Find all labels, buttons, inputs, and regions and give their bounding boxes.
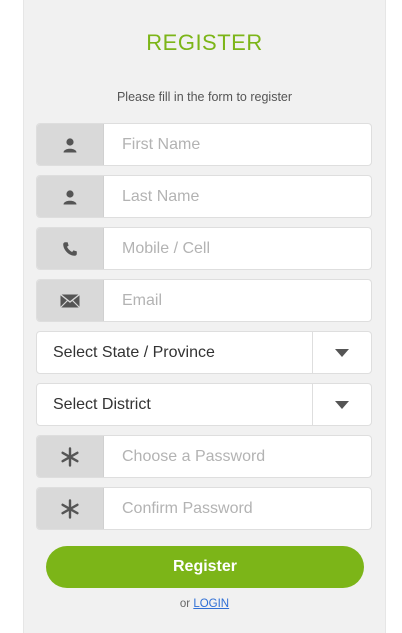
- state-dropdown-arrow[interactable]: [312, 332, 371, 373]
- district-select[interactable]: Select District: [36, 383, 372, 426]
- confirm-password-input[interactable]: [104, 488, 371, 529]
- district-dropdown-arrow[interactable]: [312, 384, 371, 425]
- login-link[interactable]: LOGIN: [193, 598, 229, 610]
- district-select-label: Select District: [53, 395, 151, 413]
- or-text: or: [179, 598, 191, 610]
- state-select[interactable]: Select State / Province: [36, 331, 372, 374]
- first-name-input[interactable]: [104, 124, 371, 165]
- envelope-icon: [37, 280, 104, 321]
- email-field: [36, 279, 372, 322]
- state-select-label: Select State / Province: [53, 343, 215, 361]
- password-input[interactable]: [104, 436, 371, 477]
- last-name-input[interactable]: [104, 176, 371, 217]
- register-button[interactable]: Register: [46, 546, 364, 588]
- phone-icon: [37, 228, 104, 269]
- confirm-password-field: [36, 487, 372, 530]
- form-title: REGISTER: [146, 30, 263, 55]
- first-name-field: [36, 123, 372, 166]
- asterisk-icon: [37, 436, 104, 477]
- password-field: [36, 435, 372, 478]
- user-icon: [37, 124, 104, 165]
- caret-down-icon: [335, 348, 349, 357]
- login-prompt: or LOGIN: [24, 598, 385, 610]
- last-name-field: [36, 175, 372, 218]
- user-icon: [37, 176, 104, 217]
- mobile-input[interactable]: [104, 228, 371, 269]
- caret-down-icon: [335, 400, 349, 409]
- form-subtitle: Please fill in the form to register: [116, 90, 293, 104]
- email-input[interactable]: [104, 280, 371, 321]
- mobile-field: [36, 227, 372, 270]
- asterisk-icon: [37, 488, 104, 529]
- register-panel: REGISTER Please fill in the form to regi…: [23, 0, 386, 633]
